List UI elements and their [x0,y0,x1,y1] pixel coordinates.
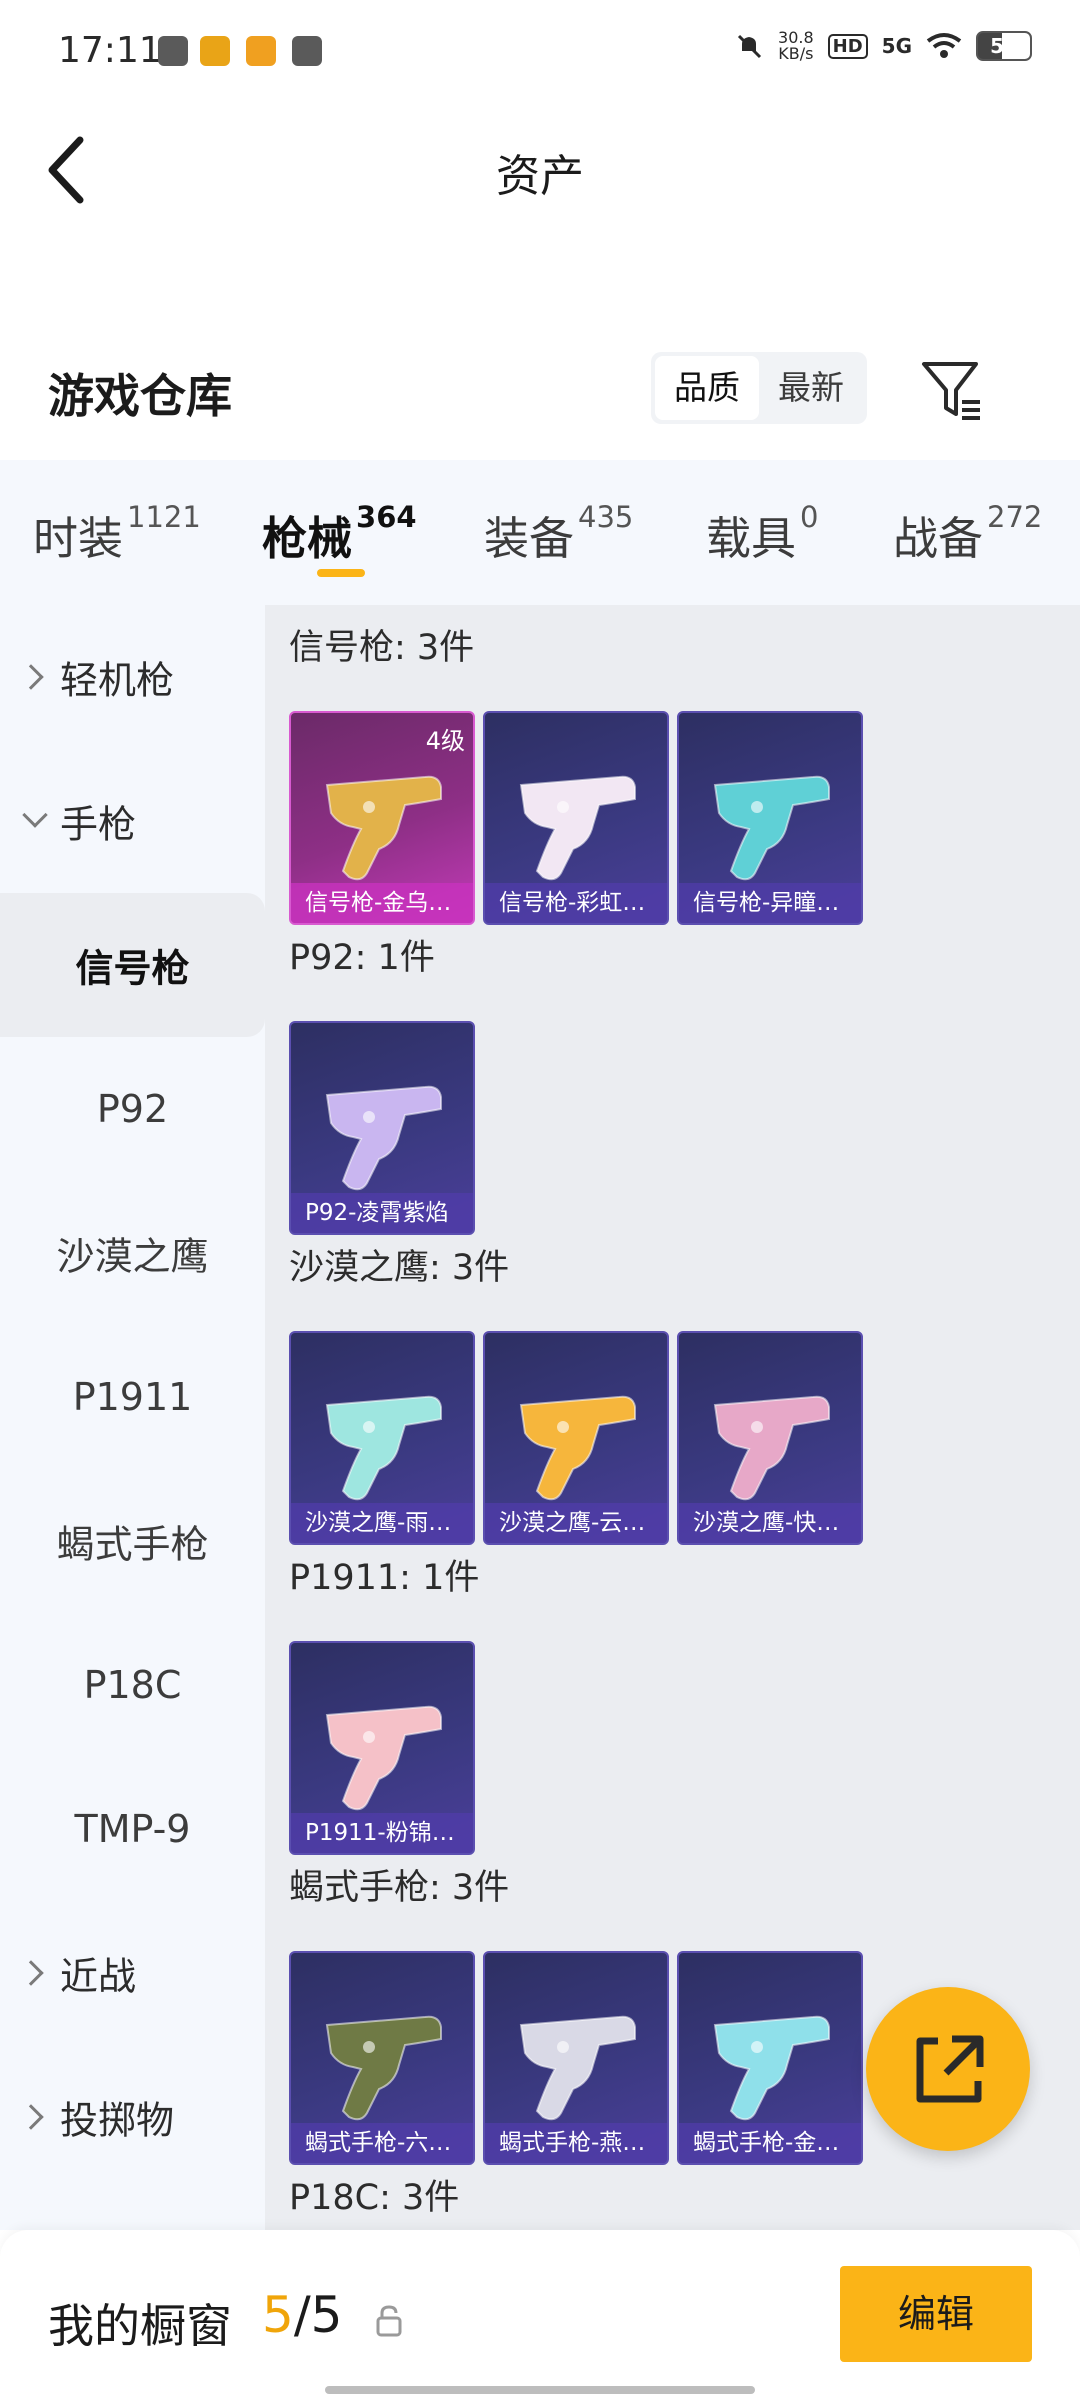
tab-combat-supplies[interactable]: 战备 272 [893,500,1042,567]
sidebar-item-skorpion[interactable]: 蝎式手枪 [0,1469,265,1613]
chevron-down-icon [22,802,48,828]
edit-button[interactable]: 编辑 [840,2266,1032,2362]
sort-newest-button[interactable]: 最新 [759,356,863,420]
notification-icon [200,36,230,66]
sort-toggle: 品质 最新 [651,352,867,424]
item-name: 沙漠之鹰-快… [679,1503,861,1543]
item-card[interactable]: 信号枪-异瞳… [677,711,863,925]
weapon-image [325,1395,442,1501]
warehouse-header: 游戏仓库 品质 最新 [0,320,1080,460]
item-name: P92-凌霄紫焰 [291,1193,473,1233]
sidebar-item-p1911[interactable]: P1911 [0,1325,265,1469]
sidebar-item-pistol[interactable]: 手枪 [0,749,265,893]
mute-icon [737,34,762,59]
weapon-image [713,2015,830,2121]
network-speed: 30.8 KB/s [778,28,814,63]
item-name: 沙漠之鹰-雨… [291,1503,473,1543]
signal-icon: 5G [881,34,912,58]
item-card[interactable]: 蝎式手枪-六… [289,1951,475,2165]
warehouse-title: 游戏仓库 [48,369,232,423]
page-title: 资产 [496,151,584,202]
sidebar-item-tmp9[interactable]: TMP-9 [0,1757,265,1901]
sidebar-item-desert-eagle[interactable]: 沙漠之鹰 [0,1181,265,1325]
item-level-badge: 4级 [425,727,465,755]
weapon-image [519,775,636,881]
showcase-title: 我的橱窗 [48,2299,232,2353]
filter-icon[interactable] [918,356,986,424]
chevron-right-icon [18,1960,44,1986]
sort-quality-button[interactable]: 品质 [655,356,759,420]
item-card[interactable]: 信号枪-彩虹… [483,711,669,925]
item-card[interactable]: 沙漠之鹰-云… [483,1331,669,1545]
app-root: 17:11 30.8 KB/s HD 5G 51 资产 游戏仓库 品质 最新 时装… [0,0,1080,2400]
sidebar-item-melee[interactable]: 近战 [0,1901,265,2045]
active-tab-indicator [317,569,365,577]
item-card[interactable]: P1911-粉锦… [289,1641,475,1855]
notification-icon [158,36,188,66]
battery-icon: 51 [976,31,1032,61]
section-title: 沙漠之鹰: 3件 [289,1248,510,1288]
sidebar-item-p18c[interactable]: P18C [0,1613,265,1757]
item-name: 蝎式手枪-六… [291,2123,473,2163]
item-name: 蝎式手枪-燕… [485,2123,667,2163]
section-title: 信号枪: 3件 [289,628,475,668]
weapon-image [325,775,442,881]
tab-firearms[interactable]: 枪械 364 [262,500,417,567]
share-fab[interactable] [866,1987,1030,2151]
sidebar-item-p92[interactable]: P92 [0,1037,265,1181]
item-card[interactable]: 沙漠之鹰-雨… [289,1331,475,1545]
status-bar: 17:11 30.8 KB/s HD 5G 51 [0,0,1080,100]
top-bar: 资产 [0,100,1080,240]
weapon-image [519,2015,636,2121]
category-tabs: 时装 1121 枪械 364 装备 435 载具 0 战备 272 [0,460,1080,605]
weapon-image [325,2015,442,2121]
section-title: P18C: 3件 [289,2178,460,2218]
item-card[interactable]: 蝎式手枪-燕… [483,1951,669,2165]
item-name: 信号枪-彩虹… [485,883,667,923]
hd-icon: HD [827,33,868,59]
sidebar: 轻机枪 手枪 信号枪 P92 沙漠之鹰 P1911 蝎式手枪 P18C TMP-… [0,605,265,2230]
external-link-icon [916,2035,984,2103]
lock-icon [376,2305,402,2337]
item-name: 蝎式手枪-金… [679,2123,861,2163]
home-indicator [325,2386,755,2394]
chevron-right-icon [18,2104,44,2130]
item-name: 信号枪-异瞳… [679,883,861,923]
tab-vehicles[interactable]: 载具 0 [706,500,818,567]
sidebar-item-light-machine-gun[interactable]: 轻机枪 [0,605,265,749]
notification-icon [246,36,276,66]
showcase-count: 5/5 [262,2286,343,2344]
item-card[interactable]: 蝎式手枪-金… [677,1951,863,2165]
sidebar-item-throwables[interactable]: 投掷物 [0,2045,265,2189]
weapon-image [325,1705,442,1811]
sidebar-item-flare-gun[interactable]: 信号枪 [0,893,265,1037]
item-card[interactable]: 4级信号枪-金乌… [289,711,475,925]
section-title: P92: 1件 [289,938,435,978]
tab-fashion[interactable]: 时装 1121 [33,500,201,567]
weapon-image [519,1395,636,1501]
weapon-image [713,775,830,881]
weapon-image [325,1085,442,1191]
notification-icon [292,36,322,66]
item-card[interactable]: P92-凌霄紫焰 [289,1021,475,1235]
section-title: 蝎式手枪: 3件 [289,1868,510,1908]
showcase-bar: 我的橱窗 5/5 编辑 [0,2230,1080,2400]
item-name: 沙漠之鹰-云… [485,1503,667,1543]
wifi-icon [926,33,962,58]
item-name: P1911-粉锦… [291,1813,473,1853]
item-card[interactable]: 沙漠之鹰-快… [677,1331,863,1545]
weapon-image [713,1395,830,1501]
item-name: 信号枪-金乌… [291,883,473,923]
section-title: P1911: 1件 [289,1558,480,1598]
tab-equipment[interactable]: 装备 435 [484,500,633,567]
status-time: 17:11 [58,30,162,71]
status-indicators: 30.8 KB/s HD 5G 51 [734,30,1032,62]
chevron-right-icon [18,664,44,690]
